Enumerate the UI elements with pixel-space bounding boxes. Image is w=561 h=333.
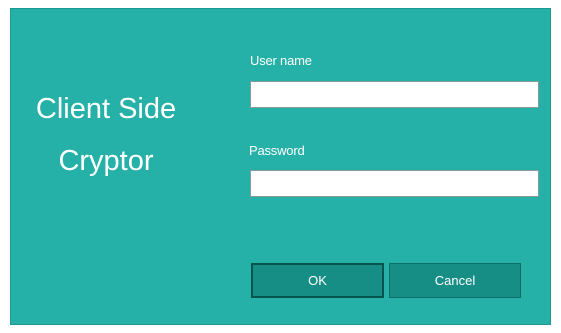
- password-label: Password: [249, 143, 305, 158]
- password-input[interactable]: [250, 170, 539, 197]
- page-frame: Client Side Cryptor User name Password O…: [0, 0, 561, 333]
- cancel-button[interactable]: Cancel: [389, 263, 521, 298]
- ok-button[interactable]: OK: [251, 263, 384, 298]
- username-label: User name: [250, 53, 312, 68]
- username-input[interactable]: [250, 81, 539, 108]
- app-title-line-1: Client Side: [35, 93, 177, 125]
- app-title: Client Side Cryptor: [11, 83, 201, 187]
- app-title-line-2: Cryptor: [58, 145, 154, 177]
- login-dialog: Client Side Cryptor User name Password O…: [10, 8, 551, 325]
